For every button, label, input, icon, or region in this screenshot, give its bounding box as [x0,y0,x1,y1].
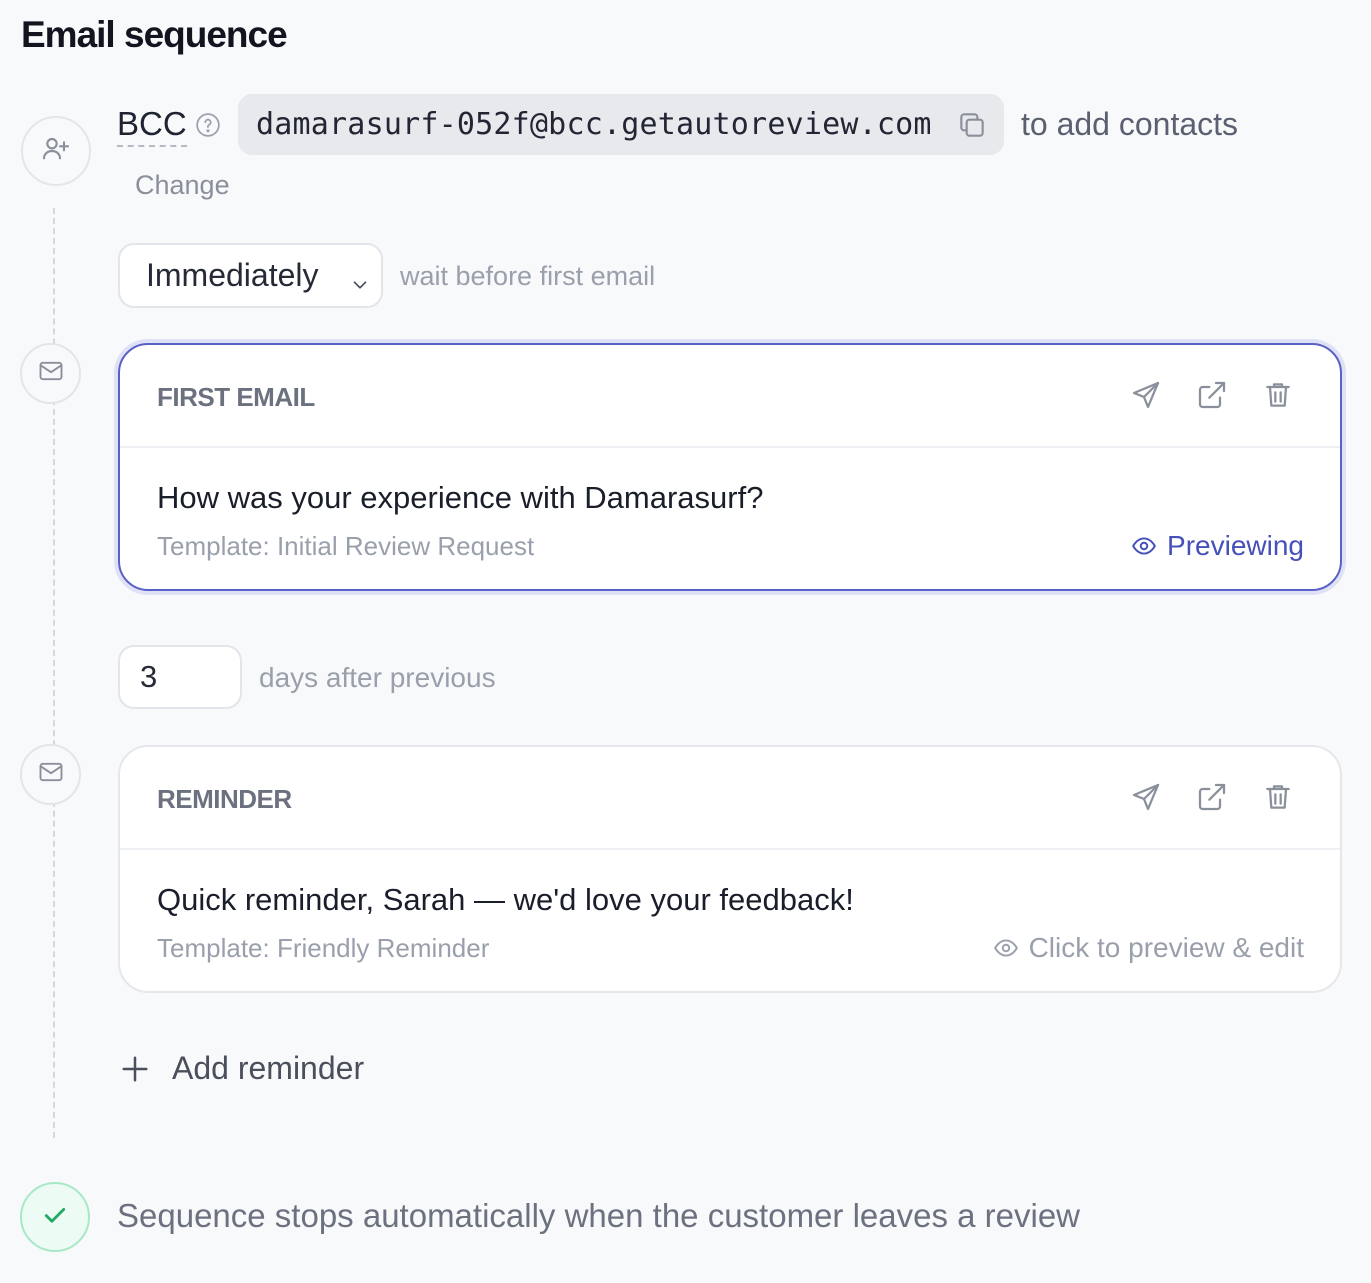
preview-status[interactable]: Click to preview & edit [993,932,1304,964]
initial-delay-select[interactable]: Immediately [118,243,383,308]
mail-icon [37,357,65,390]
preview-status-label: Click to preview & edit [1028,932,1304,963]
email-card-header: REMINDER [120,747,1340,850]
timeline-node-stop [20,1182,90,1252]
email-template-name: Template: Initial Review Request [157,531,535,561]
user-plus-icon [40,133,72,170]
bcc-address: damarasurf-052f@bcc.getautoreview.com [256,107,932,142]
send-test-icon[interactable] [1130,781,1162,813]
external-link-icon[interactable] [1196,781,1228,813]
add-reminder-button[interactable]: Add reminder [120,1050,364,1087]
initial-delay-label: wait before first email [400,261,656,291]
email-card-reminder[interactable]: REMINDER Quick reminder, Sarah — we'd lo… [118,745,1342,993]
bcc-hint: to add contacts [1021,106,1239,142]
trash-icon[interactable] [1262,781,1294,813]
help-circle-icon[interactable] [195,112,221,138]
chevron-down-icon [349,267,371,289]
preview-status-label: Previewing [1167,530,1304,561]
email-subject: How was your experience with Damarasurf? [157,480,764,515]
change-bcc-link[interactable]: Change [135,170,230,201]
trash-icon[interactable] [1262,379,1294,411]
email-card-actions [1130,379,1294,411]
eye-icon [1131,533,1157,559]
add-reminder-label: Add reminder [172,1050,365,1086]
timeline-node-reminder [20,744,81,805]
check-icon [40,1200,70,1235]
bcc-label: BCC [117,105,187,147]
email-subject: Quick reminder, Sarah — we'd love your f… [157,882,854,917]
plus-icon [120,1054,150,1084]
page-title: Email sequence [21,14,288,55]
email-card-actions [1130,781,1294,813]
reminder-delay-label: days after previous [259,662,496,693]
send-test-icon[interactable] [1130,379,1162,411]
email-card-label: FIRST EMAIL [157,382,315,412]
timeline-node-contacts [21,116,91,186]
reminder-delay-value: 3 [140,659,158,694]
timeline-node-first-email [20,343,81,404]
eye-icon [993,935,1019,961]
email-card-first[interactable]: FIRST EMAIL How was your experience with… [118,343,1342,591]
initial-delay-value: Immediately [146,257,319,293]
reminder-delay-input[interactable]: 3 [118,645,242,709]
mail-icon [37,758,65,791]
copy-icon[interactable] [956,109,988,141]
preview-status[interactable]: Previewing [1131,530,1304,562]
email-template-name: Template: Friendly Reminder [157,933,490,963]
email-card-label: REMINDER [157,784,292,814]
email-card-header: FIRST EMAIL [120,345,1340,448]
bcc-address-field[interactable]: damarasurf-052f@bcc.getautoreview.com [238,94,1004,155]
external-link-icon[interactable] [1196,379,1228,411]
sequence-stop-note: Sequence stops automatically when the cu… [117,1197,1081,1234]
